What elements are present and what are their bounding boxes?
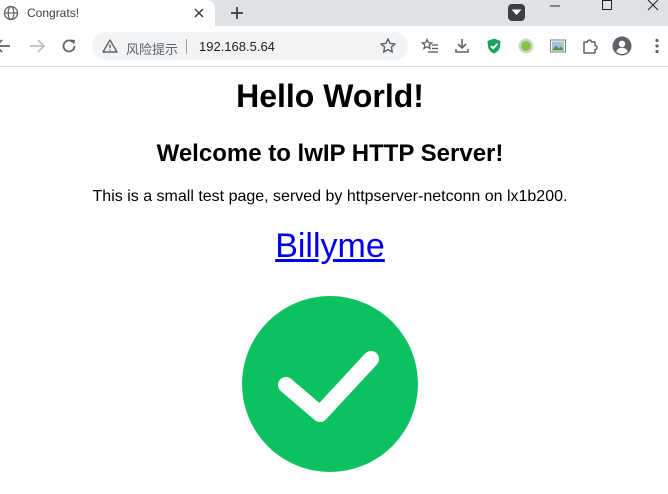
profile-avatar-icon[interactable] — [612, 36, 632, 56]
bookmark-star-icon[interactable] — [379, 37, 397, 55]
close-window-icon[interactable] — [638, 0, 668, 18]
image-extension-icon[interactable] — [549, 37, 567, 55]
extensions-puzzle-icon[interactable] — [581, 37, 599, 55]
maximize-icon[interactable] — [592, 0, 622, 18]
page-paragraph: This is a small test page, served by htt… — [92, 188, 568, 205]
page-heading: Hello World! — [236, 78, 424, 114]
tab-congrats[interactable]: Congrats! — [0, 0, 215, 26]
billyme-link[interactable]: Billyme — [0, 227, 660, 266]
browser-toolbar: 风险提示 192.168.5.64 — [0, 26, 668, 67]
new-tab-icon[interactable] — [228, 4, 246, 22]
page-subheading: Welcome to lwIP HTTP Server! — [156, 140, 504, 167]
back-arrow-icon[interactable] — [0, 37, 12, 55]
minimize-icon[interactable] — [540, 0, 570, 18]
checkmark-circle-icon — [242, 296, 418, 472]
close-tab-icon[interactable] — [191, 5, 207, 21]
page-content: Hello World! Welcome to lwIP HTTP Server… — [0, 67, 668, 494]
green-circle-extension-icon[interactable] — [517, 37, 535, 55]
address-bar[interactable]: 风险提示 192.168.5.64 — [92, 32, 408, 60]
url-text[interactable]: 192.168.5.64 — [199, 39, 275, 54]
reload-icon[interactable] — [60, 37, 78, 55]
divider — [186, 39, 187, 54]
chevron-down-icon — [511, 9, 522, 15]
globe-icon — [3, 5, 19, 21]
tab-title: Congrats! — [27, 6, 80, 20]
forward-arrow-icon[interactable] — [28, 37, 46, 55]
tab-search-button[interactable] — [508, 4, 525, 21]
warning-icon[interactable] — [102, 38, 118, 54]
security-warning-label[interactable]: 风险提示 — [126, 39, 178, 58]
tab-strip: Congrats! — [0, 0, 668, 26]
reading-list-icon[interactable] — [421, 37, 439, 55]
shield-extension-icon[interactable] — [485, 37, 503, 55]
download-icon[interactable] — [453, 37, 471, 55]
more-menu-icon[interactable] — [648, 37, 666, 55]
